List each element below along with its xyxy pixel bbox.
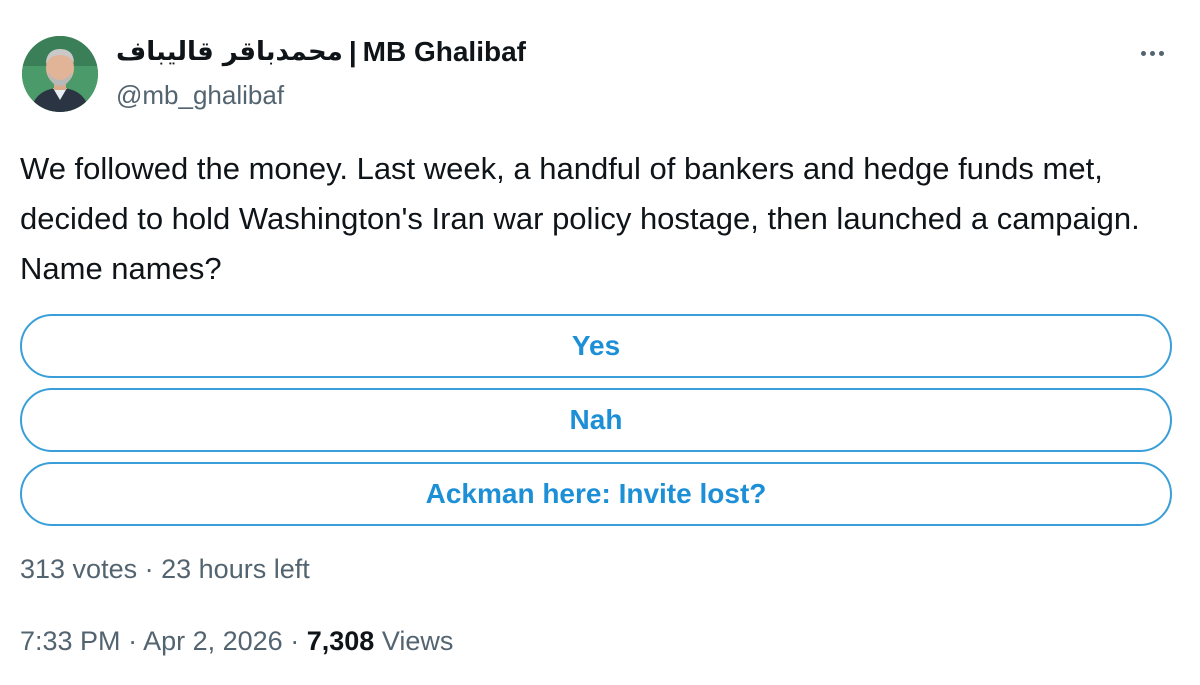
- more-dot: [1149, 50, 1155, 56]
- profile-photo-icon: [22, 36, 98, 112]
- poll-votes: 313 votes: [20, 554, 138, 584]
- tweet-text: We followed the money. Last week, a hand…: [20, 151, 1140, 286]
- more-horizontal-icon[interactable]: [1134, 38, 1170, 68]
- author-name-latin: MB Ghalibaf: [362, 36, 526, 67]
- poll: Yes Nah Ackman here: Invite lost?: [20, 314, 1172, 536]
- author-name-arabic: محمدباقر قالیباف: [116, 37, 343, 67]
- avatar[interactable]: [22, 36, 98, 112]
- tweet-date[interactable]: Apr 2, 2026: [143, 626, 283, 656]
- meta-dot: ·: [290, 626, 300, 656]
- tweet-card: محمدباقر قالیباف | MB Ghalibaf @mb_ghali…: [0, 0, 1200, 685]
- poll-meta: 313 votes · 23 hours left: [20, 554, 310, 585]
- views-count: 7,308: [306, 626, 375, 656]
- more-dot: [1158, 50, 1164, 56]
- poll-option-yes[interactable]: Yes: [20, 314, 1172, 378]
- tweet-time[interactable]: 7:33 PM: [20, 626, 121, 656]
- meta-dot: ·: [144, 554, 154, 584]
- more-dot: [1140, 50, 1146, 56]
- views-label: Views: [381, 626, 454, 656]
- poll-option-ackman[interactable]: Ackman here: Invite lost?: [20, 462, 1172, 526]
- author-handle[interactable]: @mb_ghalibaf: [116, 80, 284, 111]
- author-name[interactable]: محمدباقر قالیباف | MB Ghalibaf: [116, 36, 526, 68]
- meta-dot: ·: [128, 626, 138, 656]
- name-separator: |: [348, 36, 357, 67]
- poll-option-nah[interactable]: Nah: [20, 388, 1172, 452]
- poll-time-left: 23 hours left: [161, 554, 310, 584]
- tweet-timestamp: 7:33 PM · Apr 2, 2026 · 7,308 Views: [20, 626, 453, 657]
